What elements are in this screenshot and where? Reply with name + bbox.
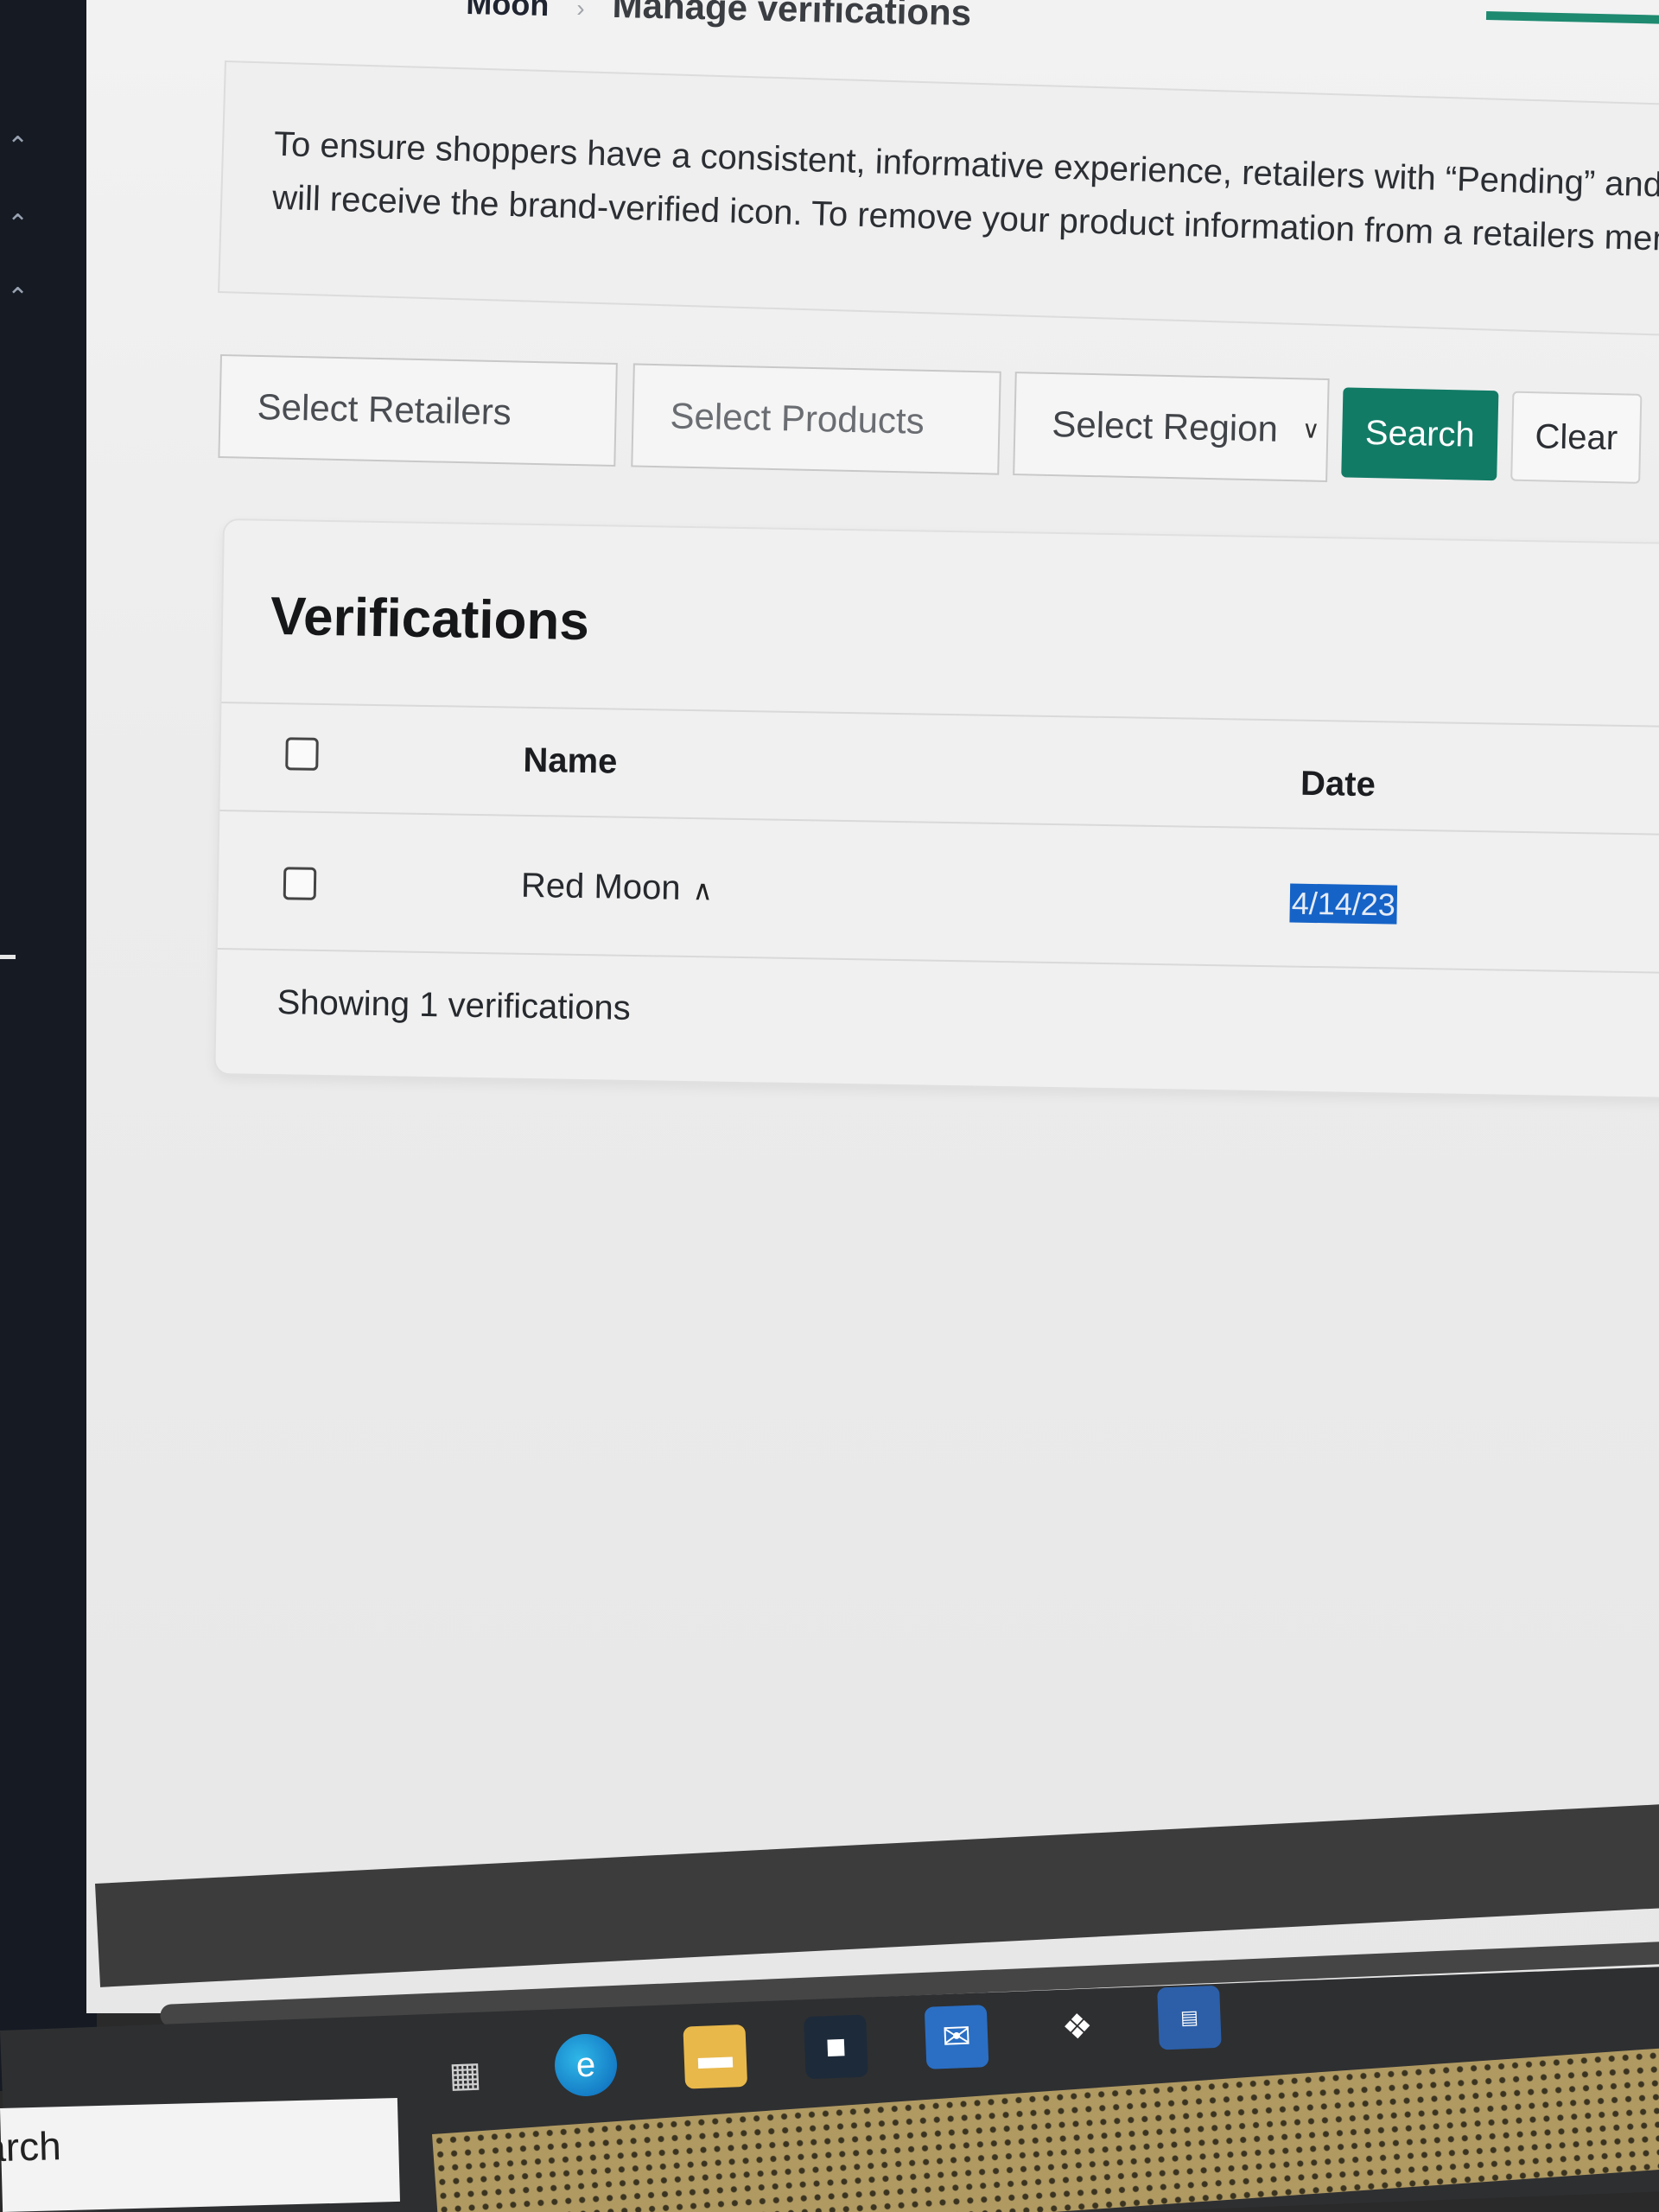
top-accent-bar	[1485, 11, 1659, 25]
chevron-up-icon[interactable]: ∧	[692, 874, 713, 906]
taskbar-search-box[interactable]: arch	[0, 2097, 400, 2212]
nav-indicator	[0, 955, 16, 959]
page-title: Manage verifications	[612, 0, 972, 34]
search-button[interactable]: Search	[1341, 387, 1499, 481]
file-explorer-icon[interactable]: ▬	[683, 2024, 748, 2089]
filter-bar: Select Retailers Select Products Select …	[218, 354, 1659, 518]
store-icon[interactable]: ■	[804, 2014, 868, 2080]
table-row[interactable]: Red Moon ∧ 4/14/23	[225, 520, 1659, 925]
row-name: Red Moon	[520, 866, 681, 907]
verification-count: Showing 1 verifications	[276, 983, 632, 1027]
select-products-input[interactable]: Select Products	[631, 363, 1001, 475]
breadcrumb-separator: ›	[575, 0, 585, 22]
divider	[217, 947, 1659, 976]
select-region-dropdown[interactable]: Select Region ∨	[1013, 372, 1330, 482]
divider	[221, 702, 1659, 729]
row-name-cell[interactable]: Red Moon ∧	[521, 867, 714, 909]
row-date-cell: 4/14/23	[1289, 883, 1398, 925]
chevron-up-icon[interactable]: ⌃	[7, 130, 41, 164]
column-header-date[interactable]: Date	[1300, 765, 1376, 804]
row-checkbox[interactable]	[283, 867, 317, 900]
breadcrumb-parent[interactable]: Moon	[466, 0, 550, 22]
breadcrumb: Moon › Manage verifications	[466, 0, 972, 34]
verifications-card: Verifications Name Date Red Moon ∧ 4/14/2…	[213, 518, 1659, 1101]
main-content: Moon › Manage verifications To ensure sh…	[86, 0, 1659, 2013]
dropbox-icon[interactable]: ❖	[1045, 1995, 1109, 2060]
notice-text: To ensure shoppers have a consistent, in…	[271, 118, 1659, 270]
card-title: Verifications	[270, 586, 590, 652]
app-icon[interactable]: ▤	[1157, 1985, 1222, 2050]
photo-of-monitor: ⌃ ⌃ ⌃ Moon › Manage verifications To ens…	[0, 0, 1659, 2212]
select-retailers-input[interactable]: Select Retailers	[218, 354, 618, 467]
chevron-down-icon: ∨	[1301, 416, 1320, 443]
info-notice: To ensure shoppers have a consistent, in…	[218, 60, 1659, 339]
left-navigation: ⌃ ⌃ ⌃	[0, 0, 97, 2091]
task-view-icon[interactable]: ▦	[433, 2043, 498, 2107]
mail-icon[interactable]: ✉	[924, 2005, 989, 2069]
clear-button[interactable]: Clear	[1510, 391, 1643, 484]
select-region-label: Select Region	[1051, 404, 1279, 449]
chevron-up-icon[interactable]: ⌃	[7, 207, 41, 242]
edge-icon[interactable]: e	[553, 2032, 619, 2098]
chevron-up-icon[interactable]: ⌃	[7, 281, 41, 315]
row-date: 4/14/23	[1289, 883, 1398, 925]
column-header-name[interactable]: Name	[523, 741, 618, 782]
select-all-checkbox[interactable]	[285, 737, 319, 771]
divider	[219, 809, 1659, 837]
taskbar-search-text: arch	[0, 2123, 62, 2171]
